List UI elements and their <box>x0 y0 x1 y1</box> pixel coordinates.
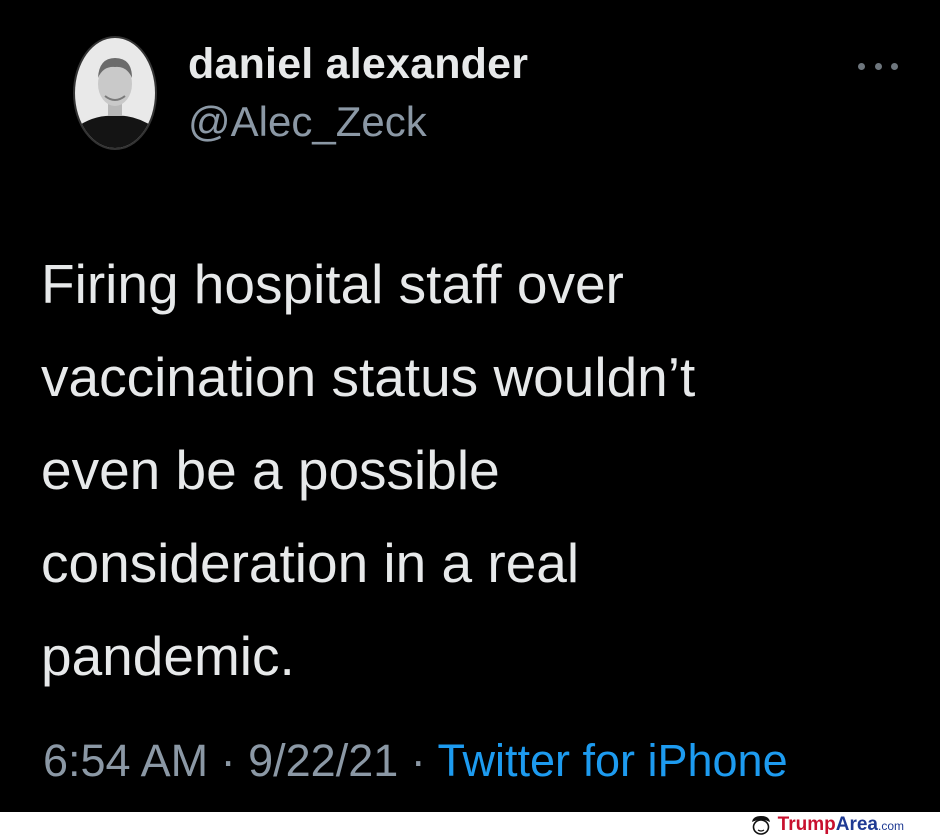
tweet-text-line: consideration in a real <box>41 532 580 594</box>
tweet-text-line: vaccination status wouldn’t <box>41 346 696 408</box>
watermark-bar: TrumpArea.com <box>0 812 940 836</box>
watermark-logo: TrumpArea.com <box>778 814 904 836</box>
tweet-text-line: even be a possible <box>41 439 500 501</box>
more-options-icon[interactable] <box>858 58 898 74</box>
avatar-photo <box>75 38 155 148</box>
watermark-part: Trump <box>777 814 836 835</box>
user-handle[interactable]: @Alec_Zeck <box>188 98 427 146</box>
tweet-text-line: Firing hospital staff over <box>41 253 624 315</box>
tweet-text: Firing hospital staff over vaccination s… <box>41 238 901 703</box>
tweet-screenshot: daniel alexander @Alec_Zeck Firing hospi… <box>0 0 940 836</box>
tweet-metadata: 6:54 AM · 9/22/21 · Twitter for iPhone <box>43 735 788 787</box>
watermark: TrumpArea.com <box>750 814 904 836</box>
dot <box>874 62 882 70</box>
tweet-card: daniel alexander @Alec_Zeck Firing hospi… <box>0 0 940 813</box>
trump-face-icon <box>750 815 772 835</box>
tweet-time[interactable]: 6:54 AM <box>43 735 208 786</box>
meta-separator: · <box>398 735 438 786</box>
watermark-part: Area <box>835 814 878 835</box>
avatar[interactable] <box>73 36 157 150</box>
tweet-date[interactable]: 9/22/21 <box>248 735 398 786</box>
tweet-text-line: pandemic. <box>41 625 295 687</box>
tweet-source-link[interactable]: Twitter for iPhone <box>437 735 787 786</box>
dot <box>858 62 865 70</box>
meta-separator: · <box>208 735 249 786</box>
watermark-part: .com <box>877 819 904 833</box>
display-name[interactable]: daniel alexander <box>188 40 528 89</box>
dot <box>891 62 898 70</box>
